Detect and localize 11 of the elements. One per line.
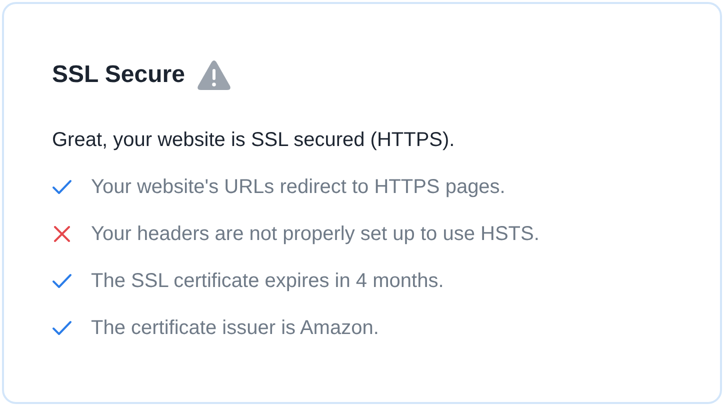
warning-icon (196, 60, 231, 90)
card-title: SSL Secure (52, 60, 185, 90)
check-text: The SSL certificate expires in 4 months. (91, 269, 444, 294)
check-icon (52, 179, 72, 195)
cross-icon (52, 226, 72, 242)
check-icon (52, 273, 72, 289)
summary-text: Great, your website is SSL secured (HTTPS). (52, 128, 456, 153)
check-text: Your website's URLs redirect to HTTPS pages. (91, 175, 506, 200)
check-text: The certificate issuer is Amazon. (91, 316, 379, 341)
check-text: Your headers are not properly set up to use HSTS. (91, 222, 540, 247)
check-icon (52, 320, 72, 336)
